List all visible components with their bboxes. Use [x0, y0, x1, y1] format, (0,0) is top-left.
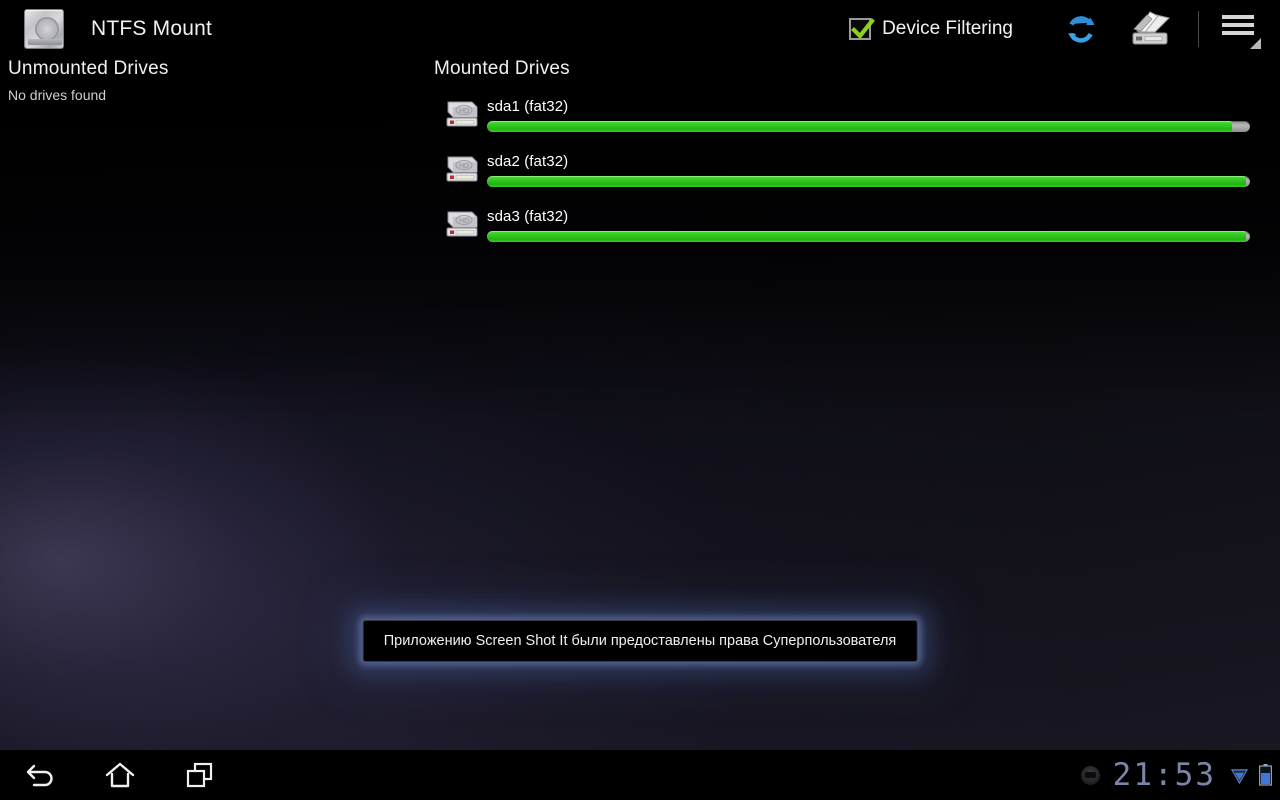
unmount-drive-icon [1132, 11, 1170, 45]
app-title: NTFS Mount [91, 17, 213, 40]
menu-line-3 [1222, 31, 1254, 35]
app-header-bar: NTFS Mount Device Filtering [0, 0, 1280, 58]
hd-drive-icon: HD [444, 209, 480, 239]
mounted-drives-list: HD sda1 (fat32) HD sda2 (fat32) HD sda3 (fat3… [434, 97, 1264, 262]
unmount-drive-button[interactable] [1127, 7, 1175, 51]
drive-name: sda2 (fat32) [487, 153, 569, 170]
svg-text:HD: HD [459, 108, 469, 115]
overflow-menu-button[interactable] [1222, 9, 1261, 49]
home-icon [105, 762, 135, 788]
svg-text:HD: HD [459, 163, 469, 170]
header-separator [1198, 11, 1199, 47]
menu-corner-triangle-icon [1250, 38, 1261, 49]
hd-drive-icon: HD [444, 99, 480, 129]
header-actions: Device Filtering [849, 0, 1280, 58]
system-clock[interactable]: 21:53 [1113, 759, 1216, 791]
drive-usage-bar [487, 176, 1250, 187]
notification-dot-icon[interactable] [1080, 765, 1100, 785]
mounted-drive-row[interactable]: HD sda2 (fat32) [434, 152, 1264, 207]
drive-info: sda2 (fat32) [487, 152, 1264, 187]
drive-name: sda3 (fat32) [487, 208, 569, 225]
mounted-drive-row[interactable]: HD sda3 (fat32) [434, 207, 1264, 262]
mounted-drives-panel: Mounted Drives HD sda1 (fat32) HD sda2 (fat… [434, 58, 1264, 262]
device-filtering-toggle[interactable]: Device Filtering [849, 18, 1013, 40]
drive-usage-fill [487, 176, 1247, 187]
nav-buttons-group [0, 750, 240, 800]
android-screen: NTFS Mount Device Filtering Unmounted Dr… [0, 0, 1280, 800]
toast-message: Приложению Screen Shot It были предостав… [362, 620, 918, 662]
drive-info: sda3 (fat32) [487, 207, 1264, 242]
system-navigation-bar: 21:53 [0, 750, 1280, 800]
back-arrow-icon [26, 764, 53, 787]
status-icons-group: 21:53 [1080, 750, 1272, 800]
wifi-signal-icon[interactable] [1229, 765, 1250, 786]
hard-drive-icon [24, 9, 64, 49]
battery-icon[interactable] [1259, 764, 1272, 786]
drive-info: sda1 (fat32) [487, 97, 1264, 132]
unmounted-drives-heading: Unmounted Drives [8, 58, 169, 79]
unmounted-empty-message: No drives found [8, 87, 107, 103]
device-filtering-checkbox[interactable] [849, 18, 876, 40]
hd-drive-icon: HD [444, 154, 480, 184]
drive-usage-fill [487, 121, 1232, 132]
mounted-drives-heading: Mounted Drives [434, 58, 570, 79]
drive-name: sda1 (fat32) [487, 98, 569, 115]
recent-apps-icon [186, 762, 213, 788]
refresh-button[interactable] [1059, 7, 1103, 51]
toast-container: Приложению Screen Shot It были предостав… [362, 620, 918, 662]
back-button[interactable] [0, 750, 80, 800]
menu-line-2 [1222, 23, 1254, 27]
menu-line-1 [1222, 15, 1254, 19]
mounted-drive-row[interactable]: HD sda1 (fat32) [434, 97, 1264, 152]
unmounted-drives-panel: Unmounted Drives No drives found [8, 58, 428, 103]
drive-usage-bar [487, 121, 1250, 132]
recent-apps-button[interactable] [160, 750, 240, 800]
drive-usage-fill [487, 231, 1247, 242]
refresh-icon [1068, 16, 1095, 43]
checkmark-icon [851, 18, 876, 40]
svg-text:HD: HD [459, 218, 469, 225]
device-filtering-label: Device Filtering [882, 18, 1013, 39]
home-button[interactable] [80, 750, 160, 800]
drive-usage-bar [487, 231, 1250, 242]
